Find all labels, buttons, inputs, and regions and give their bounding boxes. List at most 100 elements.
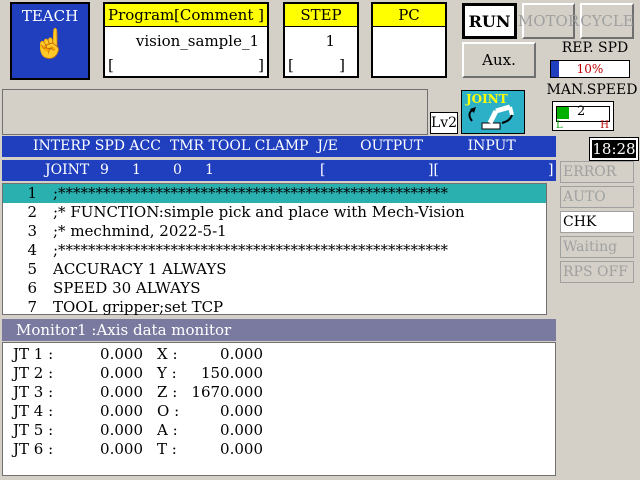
joint-value: 0.000	[100, 421, 143, 439]
status-row: JOINT 9 1 0 1 [ ][ ]	[2, 160, 556, 181]
line-code: ;* FUNCTION:simple pick and place with M…	[53, 203, 465, 221]
man-speed-high: H	[600, 120, 609, 131]
output-bracket-open: [	[320, 162, 326, 178]
rep-speed-value: 10%	[576, 62, 604, 76]
status-tool: 1	[205, 162, 214, 178]
man-speed-low: L	[556, 120, 563, 131]
joint-value: 0.000	[100, 345, 143, 363]
axis-row: JT 4 : 0.000 O : 0.000	[3, 402, 555, 421]
comment-bracket-open: [	[108, 56, 114, 74]
rep-speed-label: REP. SPD	[561, 40, 629, 56]
program-line[interactable]: 3 ;* mechmind, 2022-5-1	[3, 222, 555, 241]
man-speed-gauge[interactable]: 2 L H	[552, 101, 614, 131]
program-line[interactable]: 1 ;**************************************…	[3, 184, 555, 203]
run-button[interactable]: RUN	[462, 3, 517, 39]
step-header: STEP	[285, 4, 357, 27]
axis-value: 0.000	[220, 440, 263, 458]
joint-value: 0.000	[100, 383, 143, 401]
axis-row: JT 2 : 0.000 Y : 150.000	[3, 364, 555, 383]
comment-bracket-close: ]	[258, 56, 264, 74]
program-listing[interactable]: 1 ;**************************************…	[2, 183, 556, 317]
message-bar	[2, 89, 428, 135]
line-code: TOOL gripper;set TCP	[53, 298, 224, 316]
level-indicator: Lv2	[430, 112, 458, 134]
side-status-error[interactable]: ERROR	[560, 161, 634, 183]
axis-label: O :	[157, 402, 180, 420]
program-header-label: Program	[108, 6, 175, 24]
axis-label: Z :	[157, 383, 178, 401]
program-line[interactable]: 5 ACCURACY 1 ALWAYS	[3, 260, 555, 279]
line-number: 5	[27, 260, 37, 278]
line-code: ACCURACY 1 ALWAYS	[53, 260, 227, 278]
io-separator: ][	[428, 162, 439, 178]
monitor-title[interactable]: Monitor1 :Axis data monitor	[2, 319, 556, 341]
axis-value: 150.000	[200, 364, 263, 382]
status-acc: 1	[132, 162, 141, 178]
joint-label: JT 1 :	[13, 345, 54, 363]
axis-row: JT 3 : 0.000 Z : 1670.000	[3, 383, 555, 402]
hand-pointer-icon: ☝	[32, 27, 68, 60]
robot-arm-icon	[468, 104, 514, 130]
teach-mode-button[interactable]: TEACH ☝	[10, 2, 90, 80]
axis-label: Y :	[157, 364, 177, 382]
cycle-button[interactable]: CYCLE	[580, 3, 634, 39]
axis-value: 0.000	[220, 421, 263, 439]
joint-label: JT 5 :	[13, 421, 54, 439]
line-code: ;***************************************…	[53, 184, 449, 202]
aux-button[interactable]: Aux.	[462, 42, 536, 78]
program-box[interactable]: Program [Comment ] vision_sample_1 [ ]	[103, 2, 269, 78]
axis-label: X :	[157, 345, 178, 363]
line-code: SPEED 30 ALWAYS	[53, 279, 201, 297]
line-number: 6	[27, 279, 37, 297]
line-number: 3	[27, 222, 37, 240]
input-bracket-close: ]	[548, 162, 554, 178]
axis-row: JT 5 : 0.000 A : 0.000	[3, 421, 555, 440]
program-line[interactable]: 6 SPEED 30 ALWAYS	[3, 279, 555, 298]
line-number: 2	[27, 203, 37, 221]
program-line[interactable]: 2 ;* FUNCTION:simple pick and place with …	[3, 203, 555, 222]
motor-button[interactable]: MOTOR	[518, 3, 579, 39]
line-number: 4	[27, 241, 37, 259]
joint-label: JT 3 :	[13, 383, 54, 401]
joint-value: 0.000	[100, 364, 143, 382]
step-bracket-open: [	[288, 56, 294, 74]
status-interp: JOINT	[45, 162, 90, 178]
program-line[interactable]: 7 TOOL gripper;set TCP	[3, 298, 555, 317]
axis-label: T :	[157, 440, 177, 458]
joint-label: JT 2 :	[13, 364, 54, 382]
line-number: 1	[27, 184, 37, 202]
joint-label: JT 6 :	[13, 440, 54, 458]
pc-box[interactable]: PC	[371, 2, 447, 78]
status-speed: 9	[100, 162, 109, 178]
line-code: ;***************************************…	[53, 241, 449, 259]
joint-label: JT 4 :	[13, 402, 54, 420]
line-code: ;* mechmind, 2022-5-1	[53, 222, 227, 240]
comment-header-label: [Comment ]	[174, 6, 264, 24]
program-line[interactable]: 4 ;**************************************…	[3, 241, 555, 260]
clock: 18:28	[589, 137, 639, 161]
side-status-rps-off[interactable]: RPS OFF	[560, 261, 634, 283]
side-status-auto[interactable]: AUTO	[560, 186, 634, 208]
axis-value: 0.000	[220, 345, 263, 363]
man-speed-level: 2	[577, 104, 586, 119]
line-number: 7	[27, 298, 37, 316]
rep-speed-bar[interactable]: 10%	[550, 60, 630, 78]
joint-value: 0.000	[100, 402, 143, 420]
axis-value: 0.000	[220, 402, 263, 420]
teach-label: TEACH	[21, 7, 79, 25]
axis-value: 1670.000	[191, 383, 263, 401]
joint-mode-button[interactable]: JOINT	[461, 90, 525, 134]
step-value: 1	[325, 32, 335, 50]
column-header-row: INTERP SPD ACC TMR TOOL CLAMP J/E OUTPUT…	[2, 136, 556, 157]
program-scrollbar[interactable]	[546, 183, 556, 315]
status-timer: 0	[173, 162, 182, 178]
side-status-waiting[interactable]: Waiting	[560, 236, 634, 258]
axis-label: A :	[157, 421, 178, 439]
side-status-chk-once[interactable]: CHK once	[560, 211, 634, 250]
step-bracket-close: ]	[339, 56, 345, 74]
step-box[interactable]: STEP 1 [ ]	[283, 2, 359, 78]
axis-monitor: JT 1 : 0.000 X : 0.000 JT 2 : 0.000 Y : 150.000…	[2, 342, 556, 476]
axis-row: JT 6 : 0.000 T : 0.000	[3, 440, 555, 459]
man-speed-label: MAN.SPEED	[546, 82, 638, 98]
program-name: vision_sample_1	[135, 32, 259, 50]
